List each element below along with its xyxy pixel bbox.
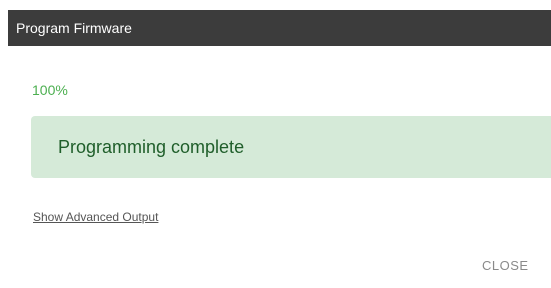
dialog-titlebar: Program Firmware [8,10,551,46]
program-firmware-dialog: Program Firmware 100% Programming comple… [0,0,551,288]
close-button[interactable]: CLOSE [482,258,529,273]
progress-percent: 100% [32,82,68,98]
show-advanced-output-link[interactable]: Show Advanced Output [33,210,158,224]
status-message: Programming complete [58,136,245,157]
status-message-box: Programming complete [31,116,551,178]
dialog-title: Program Firmware [16,20,132,36]
